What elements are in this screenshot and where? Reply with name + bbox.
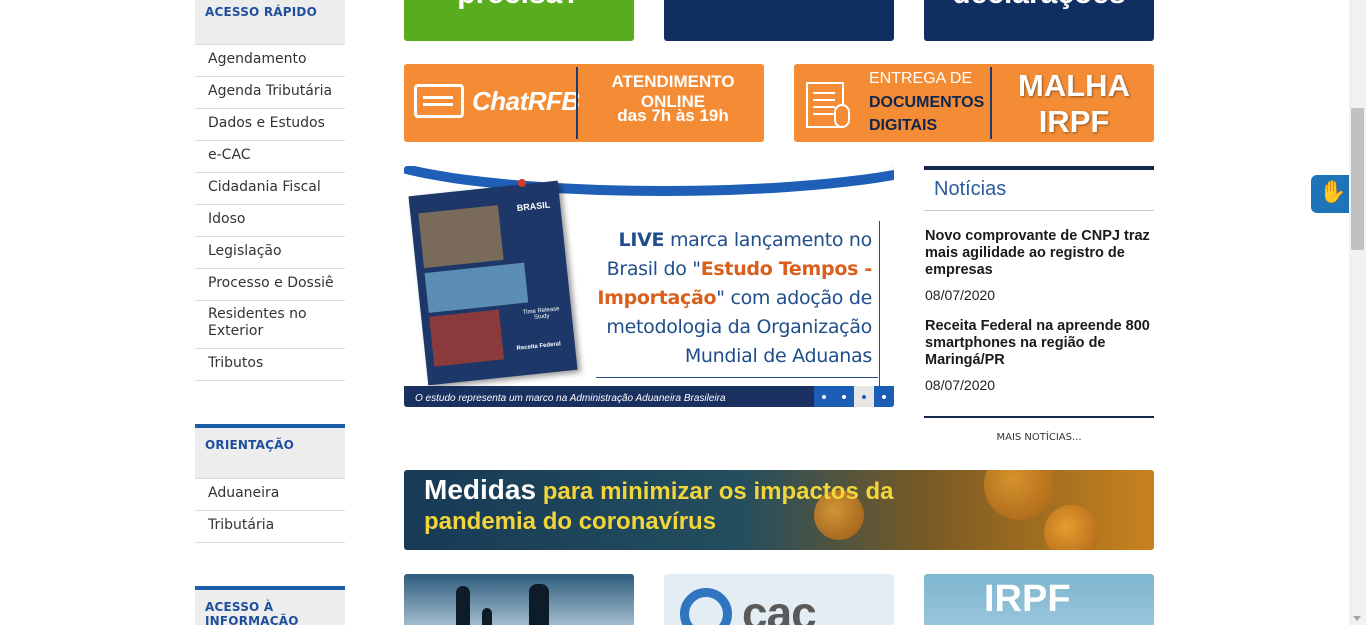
- chatrfb-label: ChatRFB: [472, 86, 580, 116]
- sidebar-item-tributos[interactable]: Tributos: [195, 349, 345, 381]
- divider: [879, 221, 880, 391]
- coronavirus-banner[interactable]: Medidas para minimizar os impactos da pa…: [404, 470, 1154, 550]
- news-bottom-rule: [924, 416, 1154, 418]
- banner-line-2: pandemia do coronavírus: [424, 508, 717, 535]
- sidebar-acesso-rapido-title: ACESSO RÁPIDO: [195, 0, 345, 44]
- virus-image: [984, 470, 1054, 520]
- banner-rest: para minimizar os impactos da: [536, 478, 894, 505]
- tile-navy-3[interactable]: declarações: [924, 0, 1154, 41]
- news-title: Notícias: [934, 178, 1007, 200]
- scroll-down-arrow-icon[interactable]: [1353, 616, 1361, 621]
- divider: [576, 67, 578, 139]
- tile-navy-3-text: declarações: [924, 0, 1154, 11]
- divider: [990, 67, 992, 139]
- book-photo: [418, 205, 504, 269]
- banner-word: Medidas: [424, 474, 537, 505]
- vertical-scrollbar[interactable]: [1349, 0, 1366, 625]
- person-silhouette: [529, 584, 549, 625]
- irpf-tile-text: IRPF: [984, 578, 1071, 620]
- carousel-dot-4[interactable]: [874, 386, 894, 407]
- sidebar-acesso-informacao-title: ACESSO À INFORMAÇÃO: [195, 586, 345, 625]
- irpf-text: IRPF: [1038, 104, 1110, 139]
- chat-icon: [414, 84, 464, 118]
- book-photo: [424, 262, 529, 313]
- carousel-headline: LIVE marca lançamento no Brasil do "Estu…: [580, 226, 872, 371]
- sidebar-orientacao-title: ORIENTAÇÃO: [195, 424, 345, 479]
- chatrfb-banner[interactable]: ChatRFB ATENDIMENTO ONLINE das 7h às 19h: [404, 64, 764, 142]
- vlibras-accessibility-icon[interactable]: [1311, 175, 1349, 213]
- news-item-1-date: 08/07/2020: [925, 287, 996, 303]
- malha-irpf-banner[interactable]: ENTREGA DE DOCUMENTOS DIGITAIS MALHA IRP…: [794, 64, 1154, 142]
- news-item-2-headline[interactable]: Receita Federal na apreende 800 smartpho…: [925, 318, 1150, 369]
- book-subtitle: Time Release Study: [522, 306, 560, 321]
- book-photo: [429, 309, 505, 367]
- digitais-text: DIGITAIS: [869, 117, 938, 134]
- divider: [924, 210, 1154, 211]
- sidebar-item-residentes-exterior[interactable]: Residentes no Exterior: [195, 301, 345, 349]
- carousel-dot-3[interactable]: [854, 386, 874, 407]
- tile-green-text: precisa?: [404, 0, 634, 11]
- sidebar-item-dados-estudos[interactable]: Dados e Estudos: [195, 109, 345, 141]
- virus-image: [1044, 505, 1099, 550]
- mouse-icon: [834, 104, 850, 128]
- carousel-pagination: [814, 386, 894, 407]
- sidebar-orientacao-list: Aduaneira Tributária: [195, 478, 345, 543]
- news-item-2-date: 08/07/2020: [925, 377, 996, 393]
- malha-text: MALHA: [1018, 68, 1130, 103]
- sidebar-item-aduaneira[interactable]: Aduaneira: [195, 479, 345, 511]
- book-title: BRASIL: [516, 199, 551, 214]
- page: ACESSO RÁPIDO Agendamento Agenda Tributá…: [0, 0, 1366, 625]
- pin-icon: [518, 179, 526, 187]
- tile-green[interactable]: precisa?: [404, 0, 634, 41]
- divider: [596, 377, 878, 378]
- person-silhouette: [456, 586, 470, 625]
- sidebar-item-legislacao[interactable]: Legislação: [195, 237, 345, 269]
- sidebar-item-agenda-tributaria[interactable]: Agenda Tributária: [195, 77, 345, 109]
- entrega-text: ENTREGA DE: [869, 70, 973, 87]
- ecac-text: cac: [742, 587, 817, 625]
- news-item-1-headline[interactable]: Novo comprovante de CNPJ traz mais agili…: [925, 228, 1150, 279]
- more-news-link[interactable]: MAIS NOTÍCIAS...: [924, 432, 1154, 443]
- book-logo: Receita Federal: [516, 341, 562, 352]
- live-word: LIVE: [618, 229, 665, 251]
- tile-ecac[interactable]: cac: [664, 574, 894, 625]
- person-silhouette: [482, 608, 492, 625]
- ecac-logo-icon: [680, 588, 732, 625]
- sidebar-item-processo-dossie[interactable]: Processo e Dossiê: [195, 269, 345, 301]
- documentos-text: DOCUMENTOS: [869, 94, 985, 111]
- sidebar-item-agendamento[interactable]: Agendamento: [195, 45, 345, 77]
- sidebar-item-ecac[interactable]: e-CAC: [195, 141, 345, 173]
- sidebar-item-cidadania-fiscal[interactable]: Cidadania Fiscal: [195, 173, 345, 205]
- news-carousel[interactable]: BRASIL Time Release Study Receita Federa…: [404, 166, 894, 407]
- tile-travelers[interactable]: [404, 574, 634, 625]
- carousel-dot-1[interactable]: [814, 386, 834, 407]
- carousel-caption: O estudo representa um marco na Administ…: [415, 393, 726, 404]
- sidebar-item-tributaria[interactable]: Tributária: [195, 511, 345, 543]
- tile-navy-2[interactable]: [664, 0, 894, 41]
- carousel-dot-2[interactable]: [834, 386, 854, 407]
- tile-irpf[interactable]: IRPF: [924, 574, 1154, 625]
- banner-line-1: Medidas para minimizar os impactos da: [424, 474, 893, 506]
- sidebar-acesso-rapido-list: Agendamento Agenda Tributária Dados e Es…: [195, 44, 345, 381]
- book-cover-image: BRASIL Time Release Study Receita Federa…: [408, 180, 578, 386]
- scrollbar-thumb[interactable]: [1351, 108, 1364, 250]
- atendimento-hours-text: das 7h às 19h: [617, 106, 729, 125]
- sidebar-item-idoso[interactable]: Idoso: [195, 205, 345, 237]
- news-top-rule: [924, 166, 1154, 170]
